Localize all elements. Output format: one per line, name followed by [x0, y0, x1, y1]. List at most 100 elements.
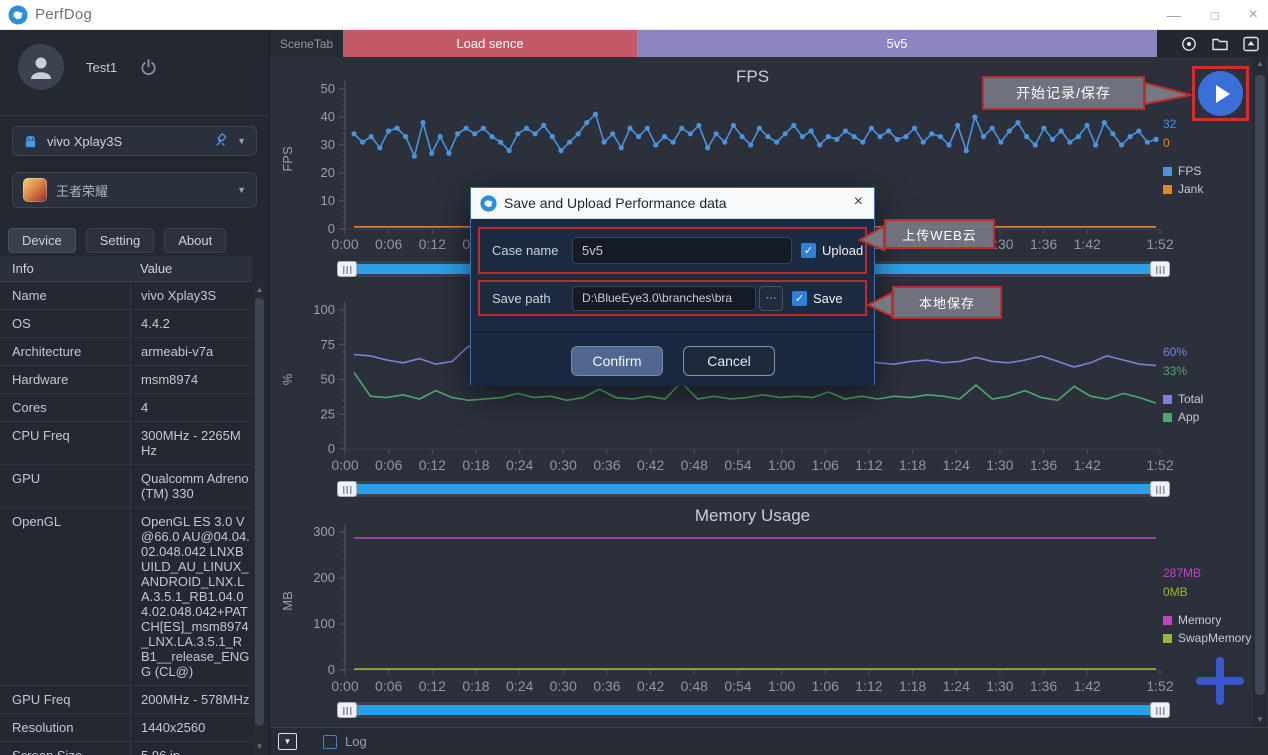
svg-text:1:42: 1:42 [1074, 236, 1101, 252]
save-path-row: Save path ··· ✓ Save [478, 280, 867, 316]
svg-text:200: 200 [313, 570, 335, 585]
start-record-button[interactable] [1198, 71, 1243, 116]
scrollbar-thumb[interactable] [255, 298, 264, 726]
folder-icon[interactable] [1211, 35, 1229, 53]
table-row[interactable]: CPU Freq300MHz - 2265MHz [0, 422, 252, 465]
app-title: PerfDog [35, 6, 92, 23]
timeline-range[interactable] [356, 705, 1151, 715]
table-row[interactable]: OS4.4.2 [0, 310, 252, 338]
main-scrollbar[interactable]: ▲ ▼ [1253, 57, 1267, 727]
svg-text:0:12: 0:12 [419, 457, 446, 473]
scroll-up-icon[interactable]: ▲ [253, 284, 266, 296]
svg-text:1:36: 1:36 [1030, 457, 1057, 473]
tab-setting[interactable]: Setting [86, 228, 154, 253]
table-row[interactable]: Hardwaremsm8974 [0, 366, 252, 394]
timeline-range[interactable] [356, 484, 1151, 494]
scene-tab-5v5[interactable]: 5v5 [637, 30, 1157, 57]
minimize-button[interactable]: — [1167, 8, 1181, 22]
table-row[interactable]: Architecturearmeabi-v7a [0, 338, 252, 366]
svg-text:%: % [280, 373, 295, 385]
timeline-handle-right[interactable] [1150, 481, 1170, 497]
svg-text:1:24: 1:24 [943, 678, 970, 694]
export-panel-icon[interactable] [1242, 35, 1260, 53]
tab-device[interactable]: Device [8, 228, 76, 253]
timeline-handle-left[interactable] [337, 481, 357, 497]
table-row[interactable]: Resolution1440x2560 [0, 714, 252, 742]
value-cell: vivo Xplay3S [130, 282, 252, 309]
save-path-label: Save path [492, 291, 572, 306]
svg-text:1:36: 1:36 [1030, 678, 1057, 694]
svg-text:0:24: 0:24 [506, 678, 533, 694]
timeline-handle-right[interactable] [1150, 702, 1170, 718]
scroll-down-icon[interactable]: ▼ [253, 741, 266, 753]
legend-swatch [1163, 185, 1172, 194]
cancel-button[interactable]: Cancel [683, 346, 775, 376]
svg-text:1:30: 1:30 [986, 678, 1013, 694]
maximize-button[interactable]: □ [1211, 9, 1219, 22]
table-row[interactable]: Screen Size5.96 in [0, 742, 252, 755]
timeline-scrollbar[interactable] [337, 702, 1170, 718]
browse-button[interactable]: ··· [759, 286, 783, 311]
legend-item[interactable]: Memory [1163, 613, 1263, 627]
svg-text:1:18: 1:18 [899, 457, 926, 473]
info-table-body: Namevivo Xplay3SOS4.4.2Architecturearmea… [0, 282, 252, 755]
svg-text:1:30: 1:30 [986, 457, 1013, 473]
timeline-handle-right[interactable] [1150, 261, 1170, 277]
table-row[interactable]: GPUQualcomm Adreno (TM) 330 [0, 465, 252, 508]
legend-item[interactable]: App [1163, 410, 1263, 424]
sidebar-scrollbar[interactable]: ▲ ▼ [253, 282, 266, 755]
save-checkbox[interactable]: ✓ [792, 291, 807, 306]
table-row[interactable]: OpenGLOpenGL ES 3.0 V@66.0 AU@04.04.02.0… [0, 508, 252, 686]
timeline-scrollbar[interactable] [337, 481, 1170, 497]
timeline-handle-left[interactable] [337, 702, 357, 718]
fps-legend-block: 320FPSJank [1163, 117, 1263, 200]
location-icon[interactable] [1180, 35, 1198, 53]
legend-item[interactable]: Jank [1163, 182, 1263, 196]
usb-connect-icon[interactable] [213, 133, 229, 149]
table-row[interactable]: GPU Freq200MHz - 578MHz [0, 686, 252, 714]
collapse-panel-button[interactable]: ▼ [278, 733, 297, 750]
add-chart-button[interactable] [1196, 657, 1244, 705]
tab-about[interactable]: About [164, 228, 226, 253]
log-checkbox[interactable] [323, 735, 337, 749]
table-row[interactable]: Namevivo Xplay3S [0, 282, 252, 310]
scene-tab-load-sence[interactable]: Load sence [343, 30, 637, 57]
table-row[interactable]: Cores4 [0, 394, 252, 422]
power-icon[interactable] [139, 58, 158, 77]
svg-text:0:48: 0:48 [681, 678, 708, 694]
person-icon [27, 53, 55, 81]
legend-item[interactable]: Total [1163, 392, 1263, 406]
value-cell: 200MHz - 578MHz [130, 686, 252, 713]
svg-text:0:00: 0:00 [331, 236, 358, 252]
case-name-input[interactable] [572, 237, 792, 264]
chevron-down-icon[interactable]: ▼ [237, 185, 246, 195]
dialog-close-button[interactable]: × [854, 193, 863, 211]
legend-item[interactable]: SwapMemory [1163, 631, 1263, 645]
svg-text:1:52: 1:52 [1146, 236, 1173, 252]
svg-text:20: 20 [321, 165, 335, 180]
info-cell: CPU Freq [0, 422, 130, 464]
bottom-bar: ▼ Log [270, 727, 1268, 755]
svg-text:0:42: 0:42 [637, 457, 664, 473]
svg-text:1:12: 1:12 [855, 678, 882, 694]
timeline-handle-left[interactable] [337, 261, 357, 277]
close-button[interactable]: × [1249, 7, 1258, 23]
svg-text:1:52: 1:52 [1146, 457, 1173, 473]
memory-legend-block: 287MB0MBMemorySwapMemory [1163, 566, 1263, 649]
svg-text:0: 0 [328, 221, 335, 236]
scroll-up-icon[interactable]: ▲ [1253, 58, 1267, 70]
device-selector[interactable]: vivo Xplay3S ▼ [12, 126, 257, 156]
scrollbar-thumb[interactable] [1255, 75, 1265, 695]
svg-text:1:06: 1:06 [812, 457, 839, 473]
app-selector[interactable]: 王者荣耀 ▼ [12, 172, 257, 208]
legend-item[interactable]: FPS [1163, 164, 1263, 178]
memory-chart: Memory Usage 01002003000:000:060:120:180… [270, 500, 1268, 725]
confirm-button[interactable]: Confirm [571, 346, 663, 376]
avatar[interactable] [18, 44, 64, 90]
memory-plot: 01002003000:000:060:120:180:240:300:360:… [270, 500, 1268, 725]
save-path-input[interactable] [572, 286, 756, 311]
scroll-down-icon[interactable]: ▼ [1253, 714, 1267, 726]
upload-checkbox[interactable]: ✓ [801, 243, 816, 258]
chevron-down-icon[interactable]: ▼ [237, 136, 246, 146]
value-column-header: Value [130, 261, 172, 276]
